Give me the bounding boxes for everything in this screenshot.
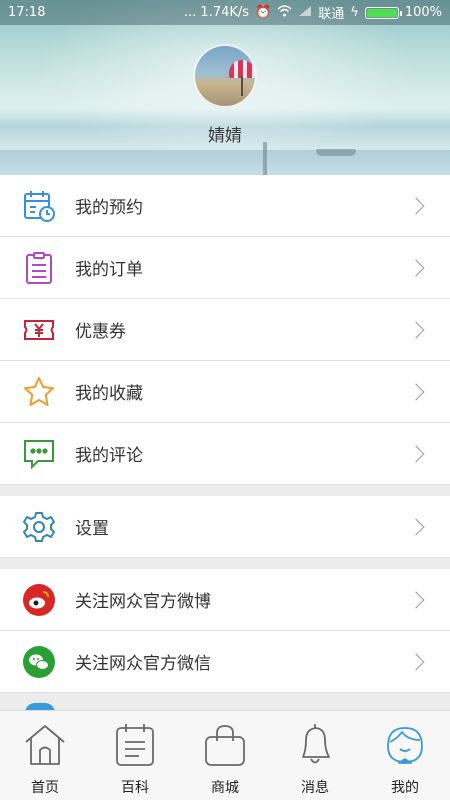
network-speed: ... 1.74K/s (183, 5, 250, 20)
carrier-name: 联通 (318, 7, 345, 22)
alarm-icon: ⏰ (255, 5, 272, 20)
bottom-tab-bar: 首页 百科 商城 消息 我的 (0, 710, 450, 800)
chevron-right-icon (407, 591, 425, 608)
section-divider (0, 558, 450, 569)
status-time: 17:18 (8, 5, 46, 20)
tab-label: 百科 (121, 780, 149, 796)
tab-home[interactable]: 首页 (0, 711, 90, 800)
chevron-right-icon (407, 259, 425, 276)
chevron-right-icon (407, 197, 425, 214)
status-bar: 17:18 ... 1.74K/s ⏰ 联通 ϟ 100% (0, 0, 450, 25)
chevron-right-icon (407, 383, 425, 400)
menu-item-settings[interactable]: 设置 (0, 496, 450, 558)
menu-label: 设置 (75, 519, 109, 539)
battery-icon (364, 6, 402, 19)
tab-label: 我的 (391, 780, 419, 796)
chevron-right-icon (407, 518, 425, 535)
menu-label: 我的订单 (75, 260, 143, 280)
battery-percent: 100% (404, 5, 442, 20)
tab-label: 消息 (301, 780, 329, 796)
wechat-icon (22, 645, 56, 679)
star-icon (22, 375, 56, 409)
chat-bubble-icon (22, 437, 56, 471)
menu-item-comments[interactable]: 我的评论 (0, 423, 450, 485)
chevron-right-icon (407, 653, 425, 670)
header-post (263, 142, 267, 175)
menu-item-coupons[interactable]: 优惠券 (0, 299, 450, 361)
home-icon (21, 719, 69, 771)
chevron-right-icon (407, 445, 425, 462)
menu-item-favorites[interactable]: 我的收藏 (0, 361, 450, 423)
menu-label: 关注网众官方微博 (75, 592, 211, 612)
profile-face-icon (381, 719, 429, 771)
coupon-yen-icon (22, 313, 56, 347)
shopping-bag-icon (201, 719, 249, 771)
menu-item-follow-weibo[interactable]: 关注网众官方微博 (0, 569, 450, 631)
menu-label: 我的评论 (75, 446, 143, 466)
profile-header: 17:18 ... 1.74K/s ⏰ 联通 ϟ 100% 婧婧 (0, 0, 450, 175)
menu-item-appointments[interactable]: 我的预约 (0, 175, 450, 237)
bell-icon (291, 719, 339, 771)
menu-label: 我的收藏 (75, 384, 143, 404)
header-boat (316, 149, 356, 156)
header-sea (0, 150, 450, 175)
tab-label: 商城 (211, 780, 239, 796)
tab-mall[interactable]: 商城 (180, 711, 270, 800)
menu-item-follow-wechat[interactable]: 关注网众官方微信 (0, 631, 450, 693)
chevron-right-icon (407, 321, 425, 338)
menu-label: 优惠券 (75, 322, 126, 342)
menu-label: 关注网众官方微信 (75, 654, 211, 674)
section-divider (0, 485, 450, 496)
username: 婧婧 (208, 126, 242, 146)
menu-item-orders[interactable]: 我的订单 (0, 237, 450, 299)
menu-list: 我的预约 我的订单 优惠券 我的收藏 我的评论 设置 关注网众官方微博 关注网众… (0, 175, 450, 693)
menu-label: 我的预约 (75, 198, 143, 218)
avatar[interactable] (193, 44, 257, 108)
gear-icon (22, 510, 56, 544)
weibo-icon (22, 583, 56, 617)
avatar-umbrella-pole (241, 76, 243, 96)
tab-encyclopedia[interactable]: 百科 (90, 711, 180, 800)
wifi-icon (277, 4, 292, 21)
calendar-clock-icon (22, 189, 56, 223)
tab-label: 首页 (31, 780, 59, 796)
signal-icon (298, 5, 312, 21)
clipboard-icon (22, 251, 56, 285)
notebook-icon (111, 719, 159, 771)
charging-icon: ϟ (350, 5, 359, 20)
tab-messages[interactable]: 消息 (270, 711, 360, 800)
tab-mine[interactable]: 我的 (360, 711, 450, 800)
status-right: ... 1.74K/s ⏰ 联通 ϟ 100% (184, 3, 442, 22)
